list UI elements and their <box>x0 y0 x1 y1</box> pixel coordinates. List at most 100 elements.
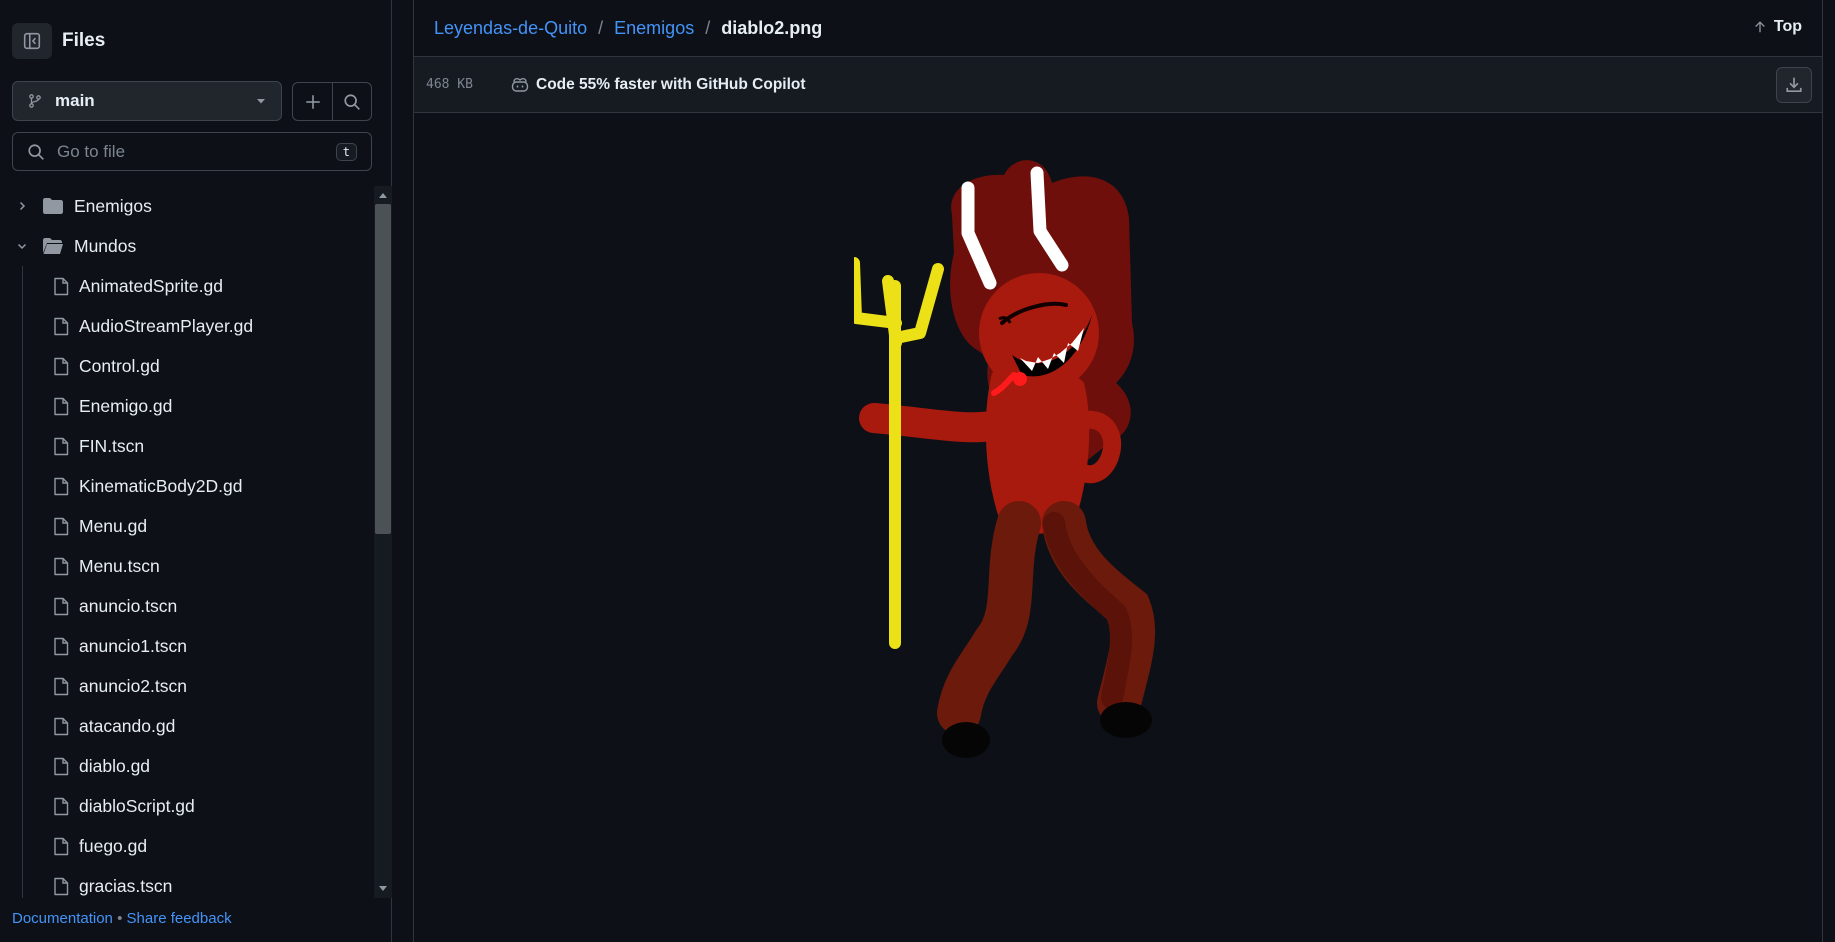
tree-item-label: diablo.gd <box>79 755 151 776</box>
tree-file-item[interactable]: diablo.gd <box>0 746 374 786</box>
file-icon <box>54 797 69 815</box>
tree-file-item[interactable]: anuncio.tscn <box>0 586 374 626</box>
tree-folder-item[interactable]: Enemigos <box>0 186 374 226</box>
folder-open-icon <box>43 238 63 254</box>
devil-artwork-image <box>854 160 1156 758</box>
file-icon <box>54 877 69 895</box>
image-viewer <box>414 113 1822 942</box>
shortcut-key: t <box>335 142 357 161</box>
breadcrumb-repo-link[interactable]: Leyendas-de-Quito <box>434 18 587 38</box>
sidebar-collapse-icon <box>23 32 41 50</box>
tree-file-item[interactable]: Control.gd <box>0 346 374 386</box>
file-tree-sidebar: Files main Go to file t Enemigos Mundos … <box>0 0 392 942</box>
file-icon <box>54 837 69 855</box>
tree-item-label: FIN.tscn <box>79 435 145 456</box>
tree-folder-item[interactable]: Mundos <box>0 226 374 266</box>
tree-file-item[interactable]: KinematicBody2D.gd <box>0 466 374 506</box>
tree-item-label: atacando.gd <box>79 715 176 736</box>
download-icon <box>1786 77 1802 93</box>
tree-file-item[interactable]: anuncio1.tscn <box>0 626 374 666</box>
scroll-down-arrow[interactable] <box>374 880 392 898</box>
file-icon <box>54 277 69 295</box>
file-icon <box>54 597 69 615</box>
tree-item-label: Mundos <box>74 235 137 256</box>
footer-separator: • <box>117 910 123 927</box>
tree-actions <box>292 82 372 121</box>
tree-file-item[interactable]: Menu.gd <box>0 506 374 546</box>
branch-selector-button[interactable]: main <box>12 81 282 121</box>
file-icon <box>54 357 69 375</box>
tree-file-item[interactable]: AudioStreamPlayer.gd <box>0 306 374 346</box>
file-icon <box>54 517 69 535</box>
tree-item-label: AudioStreamPlayer.gd <box>79 315 254 336</box>
chevron-down-icon <box>17 243 27 250</box>
sidebar-toggle-button[interactable] <box>12 23 52 59</box>
scrollbar-thumb[interactable] <box>375 204 391 534</box>
file-size: 468 KB <box>426 77 473 92</box>
tree-scrollbar[interactable] <box>374 186 392 898</box>
back-to-top-label: Top <box>1773 18 1802 35</box>
sidebar-footer: Documentation • Share feedback <box>12 910 232 927</box>
tree-item-label: anuncio2.tscn <box>79 675 187 696</box>
folder-icon <box>43 198 63 214</box>
search-icon <box>344 93 360 110</box>
tree-file-item[interactable]: fuego.gd <box>0 826 374 866</box>
tree-item-label: Enemigo.gd <box>79 395 173 416</box>
sidebar-header: Files <box>12 23 105 59</box>
go-to-file-placeholder: Go to file <box>57 141 126 161</box>
file-tree: Enemigos Mundos AnimatedSprite.gd AudioStre… <box>0 186 374 898</box>
tree-item-label: Control.gd <box>79 355 160 376</box>
file-view: Leyendas-de-Quito / Enemigos / diablo2.p… <box>413 0 1823 942</box>
tree-item-label: gracias.tscn <box>79 875 173 896</box>
back-to-top-button[interactable]: Top <box>1753 18 1802 36</box>
plus-icon <box>305 94 320 109</box>
tree-file-item[interactable]: diabloScript.gd <box>0 786 374 826</box>
breadcrumb-separator: / <box>705 17 711 38</box>
copilot-icon <box>511 77 529 92</box>
share-feedback-link[interactable]: Share feedback <box>127 910 232 927</box>
file-icon <box>54 477 69 495</box>
chevron-right-icon <box>19 201 26 211</box>
file-header: Leyendas-de-Quito / Enemigos / diablo2.p… <box>414 0 1822 57</box>
documentation-link[interactable]: Documentation <box>12 910 113 927</box>
expand-toggle[interactable] <box>14 240 30 252</box>
tree-item-label: KinematicBody2D.gd <box>79 475 243 496</box>
tree-item-label: diabloScript.gd <box>79 795 195 816</box>
copilot-promo-link[interactable]: Code 55% faster with GitHub Copilot <box>510 76 806 94</box>
file-icon <box>54 757 69 775</box>
branch-name: main <box>55 91 95 110</box>
tree-file-item[interactable]: Enemigo.gd <box>0 386 374 426</box>
caret-down-icon <box>257 99 265 104</box>
breadcrumb: Leyendas-de-Quito / Enemigos / diablo2.p… <box>434 18 822 39</box>
file-icon <box>54 677 69 695</box>
scroll-up-arrow[interactable] <box>374 186 392 204</box>
breadcrumb-folder-link[interactable]: Enemigos <box>614 18 694 38</box>
tree-file-item[interactable]: anuncio2.tscn <box>0 666 374 706</box>
sidebar-title: Files <box>62 30 106 51</box>
file-info-bar: 468 KB Code 55% faster with GitHub Copil… <box>414 57 1822 113</box>
tree-item-label: fuego.gd <box>79 835 148 856</box>
tree-file-item[interactable]: Menu.tscn <box>0 546 374 586</box>
search-icon <box>28 143 44 160</box>
copilot-promo-text: Code 55% faster with GitHub Copilot <box>536 75 806 93</box>
tree-item-label: Enemigos <box>74 195 152 216</box>
tree-file-item[interactable]: AnimatedSprite.gd <box>0 266 374 306</box>
download-raw-button[interactable] <box>1776 67 1812 103</box>
tree-file-item[interactable]: gracias.tscn <box>0 866 374 898</box>
file-icon <box>54 317 69 335</box>
tree-item-label: Menu.tscn <box>79 555 160 576</box>
go-to-file-input[interactable]: Go to file t <box>12 132 372 171</box>
search-code-button[interactable] <box>332 83 371 120</box>
file-icon <box>54 397 69 415</box>
tree-file-item[interactable]: FIN.tscn <box>0 426 374 466</box>
expand-toggle[interactable] <box>14 200 30 212</box>
arrow-up-icon <box>1755 21 1765 33</box>
tree-file-item[interactable]: atacando.gd <box>0 706 374 746</box>
file-icon <box>54 637 69 655</box>
git-branch-icon <box>29 94 41 108</box>
file-icon <box>54 437 69 455</box>
add-file-button[interactable] <box>293 83 332 120</box>
tree-item-label: anuncio.tscn <box>79 595 178 616</box>
file-icon <box>54 717 69 735</box>
file-icon <box>54 557 69 575</box>
